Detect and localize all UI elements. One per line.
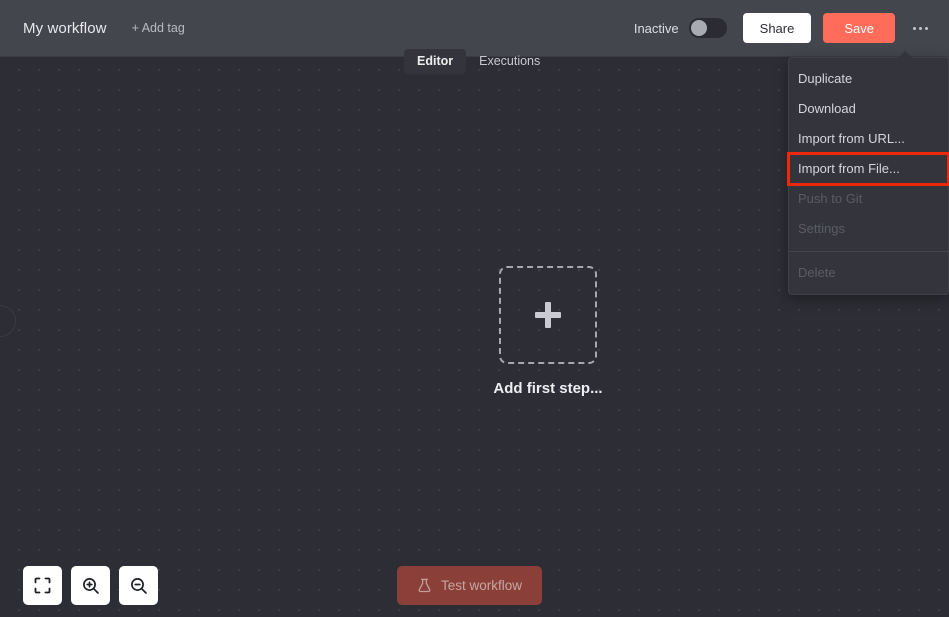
- menu-caret-icon: [898, 51, 912, 58]
- canvas-edge-marker: [0, 305, 16, 337]
- editor-tabs: Editor Executions: [404, 49, 553, 74]
- activation-label: Inactive: [633, 20, 679, 36]
- workflow-options-menu: Duplicate Download Import from URL... Im…: [787, 51, 949, 295]
- kebab-dot: [918, 26, 922, 30]
- test-workflow-label: Test workflow: [441, 578, 523, 593]
- zoom-out-button[interactable]: [119, 566, 158, 605]
- menu-item-download[interactable]: Download: [789, 94, 948, 124]
- tab-executions[interactable]: Executions: [466, 49, 553, 74]
- toggle-knob: [690, 20, 707, 36]
- activation-toggle-group: Inactive: [634, 18, 727, 38]
- test-workflow-button[interactable]: Test workflow: [397, 566, 543, 605]
- add-first-step-group: Add first step...: [493, 266, 603, 397]
- menu-item-settings: Settings: [798, 221, 845, 236]
- menu-item-import-from-url[interactable]: Import from URL...: [789, 124, 948, 154]
- zoom-to-fit-button[interactable]: [23, 566, 62, 605]
- header-actions: Inactive Share Save: [634, 13, 933, 43]
- kebab-dot: [924, 26, 928, 30]
- save-button[interactable]: Save: [823, 13, 895, 43]
- fit-to-view-icon: [34, 577, 51, 594]
- menu-item-import-from-file[interactable]: Import from File...: [787, 152, 949, 186]
- zoom-in-button[interactable]: [71, 566, 110, 605]
- workflow-title[interactable]: My workflow: [23, 20, 107, 37]
- activation-toggle[interactable]: [688, 18, 727, 38]
- zoom-out-icon: [130, 577, 147, 594]
- canvas-zoom-controls: [23, 566, 158, 605]
- add-tag-button[interactable]: + Add tag: [132, 21, 185, 35]
- share-button[interactable]: Share: [742, 13, 812, 43]
- tab-editor[interactable]: Editor: [404, 49, 467, 74]
- zoom-in-icon: [82, 577, 99, 594]
- menu-item-delete: Delete: [798, 265, 836, 280]
- menu-item-duplicate[interactable]: Duplicate: [789, 64, 948, 94]
- kebab-dot: [912, 26, 916, 30]
- flask-icon: [418, 578, 431, 593]
- add-first-step-label: Add first step...: [493, 380, 603, 397]
- plus-icon: [535, 302, 561, 328]
- menu-separator: [789, 251, 948, 252]
- add-first-step-button[interactable]: [499, 266, 597, 364]
- more-horizontal-icon[interactable]: [907, 15, 933, 41]
- workflow-editor-app: My workflow + Add tag Inactive Share Sav…: [0, 0, 949, 617]
- menu-item-push-to-git: Push to Git: [798, 191, 863, 206]
